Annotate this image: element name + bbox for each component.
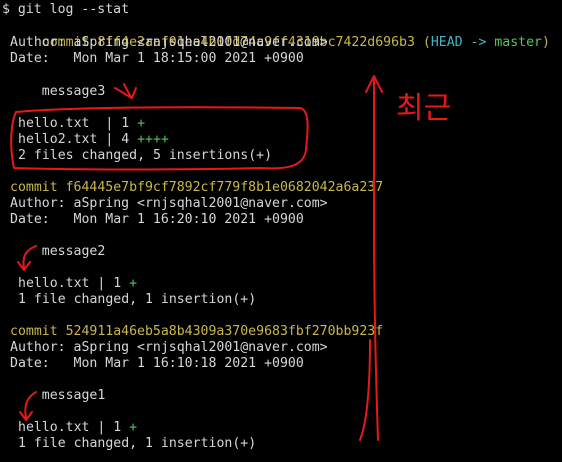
commit-author-3: Author: aSpring <rnjsqhal2001@naver.com> bbox=[10, 340, 328, 355]
stat-plus: ++++ bbox=[137, 132, 169, 147]
commit-author-1: Author: aSpring <rnjsqhal2001@naver.com> bbox=[10, 35, 328, 50]
stat-row-1b: hello2.txt | 4 ++++ bbox=[18, 132, 169, 148]
prompt-line: $ git log --stat bbox=[2, 2, 130, 17]
commit-hash-3: commit 524911a46eb5a8b4309a370e9683fbf27… bbox=[10, 324, 384, 339]
stat-file: hello.txt | 1 bbox=[18, 420, 130, 435]
commit-date-2: Date: Mon Mar 1 16:20:10 2021 +0900 bbox=[10, 212, 304, 227]
ref-close: ) bbox=[542, 35, 550, 50]
commit-hash-2: commit f64445e7bf9cf7892cf779f8b1e068204… bbox=[10, 180, 384, 195]
stat-summary-2: 1 file changed, 1 insertion(+) bbox=[18, 292, 257, 307]
stat-file: hello.txt | 1 bbox=[18, 116, 138, 131]
commit-message-1: message3 bbox=[10, 84, 106, 99]
head-ref: HEAD -> bbox=[430, 35, 495, 50]
stat-row-1a: hello.txt | 1 + bbox=[18, 116, 145, 132]
stat-plus: + bbox=[137, 116, 146, 131]
stat-summary-1: 2 files changed, 5 insertions(+) bbox=[18, 148, 273, 163]
commit-author-2: Author: aSpring <rnjsqhal2001@naver.com> bbox=[10, 196, 328, 211]
branch-ref: master bbox=[494, 35, 542, 50]
stat-file: hello2.txt | 4 bbox=[18, 132, 138, 147]
commit-date-3: Date: Mon Mar 1 16:10:18 2021 +0900 bbox=[10, 356, 304, 371]
stat-row-2: hello.txt | 1 + bbox=[18, 276, 137, 292]
stat-row-3: hello.txt | 1 + bbox=[18, 420, 137, 436]
stat-plus: + bbox=[129, 420, 138, 435]
stat-summary-3: 1 file changed, 1 insertion(+) bbox=[18, 436, 257, 451]
stat-file: hello.txt | 1 bbox=[18, 276, 130, 291]
commit-date-1: Date: Mon Mar 1 18:15:00 2021 +0900 bbox=[10, 51, 304, 66]
ref-open: ( bbox=[414, 35, 431, 50]
commit-message-2: message2 bbox=[10, 244, 106, 259]
commit-message-3: message1 bbox=[10, 388, 106, 403]
stat-plus: + bbox=[129, 276, 138, 291]
terminal-window[interactable]: $ git log --stat commit 8ff4e2aaf01ee4b1… bbox=[0, 0, 562, 462]
